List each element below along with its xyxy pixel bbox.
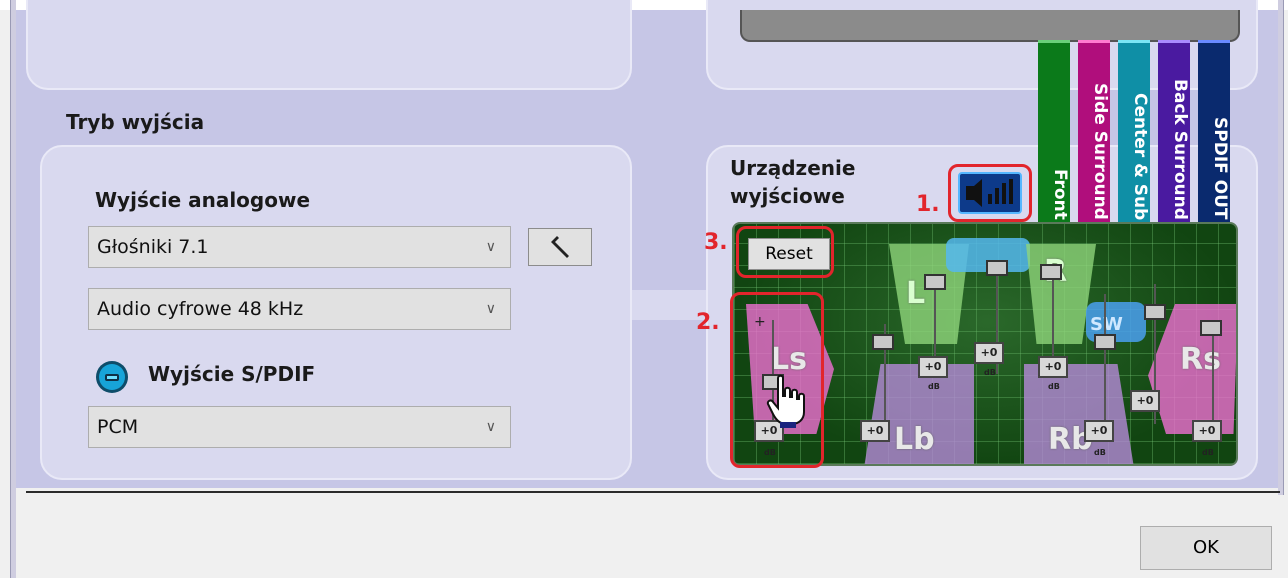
channel-label-front[interactable]: Front (1038, 40, 1070, 226)
callout-box-2 (730, 292, 824, 468)
fader-knob-front-left[interactable] (924, 274, 946, 290)
analog-output-label: Wyjście analogowe (95, 188, 311, 212)
fader-knob-front-right[interactable] (1040, 264, 1062, 280)
db-unit-back-right: dB (1094, 448, 1106, 457)
format-select[interactable]: Audio cyfrowe 48 kHz ∨ (88, 288, 511, 330)
db-unit-front-right: dB (1048, 382, 1060, 391)
format-select-value: Audio cyfrowe 48 kHz (97, 298, 304, 320)
speaker-settings-button[interactable] (528, 228, 592, 266)
db-readout-side-right: +0 (1192, 420, 1222, 442)
channel-label-text: Side Surround (1090, 83, 1110, 220)
chevron-down-icon: ∨ (485, 419, 496, 435)
fader-track-side-right (1212, 320, 1214, 430)
speakers-select[interactable]: Głośniki 7.1 ∨ (88, 226, 511, 268)
db-readout-back-right: +0 (1084, 420, 1114, 442)
fader-knob-side-right[interactable] (1200, 320, 1222, 336)
speaker-subwoofer-label: SW (1090, 314, 1123, 335)
speaker-back-left-label: Lb (894, 422, 935, 457)
callout-3: 3. (704, 230, 728, 255)
separator-line (26, 491, 1280, 493)
fader-knob-subwoofer[interactable] (1094, 334, 1116, 350)
speaker-front-left-label: L (906, 276, 926, 311)
channel-label-center-sub[interactable]: Center & Sub (1118, 40, 1150, 226)
channel-label-text: Back Surround (1170, 79, 1190, 220)
db-unit-center: dB (984, 368, 996, 377)
top-left-panel (26, 0, 632, 90)
output-device-button[interactable] (958, 172, 1022, 214)
top-display-bar (740, 10, 1240, 42)
callout-2: 2. (696, 310, 720, 335)
spdif-output-icon (95, 360, 129, 394)
callout-1: 1. (916, 192, 940, 217)
db-readout-back-left: +0 (860, 420, 890, 442)
db-unit-front-left: dB (928, 382, 940, 391)
chevron-down-icon: ∨ (485, 239, 496, 255)
speaker-side-right-label: Rs (1180, 342, 1221, 377)
fader-track-subwoofer (1104, 294, 1106, 424)
chevron-down-icon: ∨ (485, 301, 496, 317)
db-readout-center: +0 (974, 342, 1004, 364)
fader-knob-back-left[interactable] (872, 334, 894, 350)
dialog-footer (16, 495, 1278, 578)
speakers-select-value: Głośniki 7.1 (97, 236, 209, 258)
channel-label-text: Front (1050, 169, 1070, 220)
fader-knob-back-right[interactable] (1144, 304, 1166, 320)
channel-label-text: SPDIF OUT (1210, 117, 1230, 220)
output-device-label-line1: Urządzenie (730, 156, 856, 180)
channel-label-back-surround[interactable]: Back Surround (1158, 40, 1190, 226)
spdif-select[interactable]: PCM ∨ (88, 406, 511, 448)
spdif-output-label: Wyjście S/PDIF (148, 362, 316, 386)
ok-button[interactable]: OK (1140, 526, 1272, 570)
channel-label-side-surround[interactable]: Side Surround (1078, 40, 1110, 226)
window-frame-right (1278, 0, 1284, 495)
output-mode-title: Tryb wyjścia (66, 110, 205, 134)
channel-label-text: Center & Sub (1130, 92, 1150, 220)
db-unit-side-right: dB (1202, 448, 1214, 457)
fader-knob-center[interactable] (986, 260, 1008, 276)
spdif-select-value: PCM (97, 416, 139, 438)
output-device-label: Urządzenie wyjściowe (730, 154, 855, 210)
speaker-settings-icon (551, 236, 569, 258)
db-readout-front-right: +0 (1038, 356, 1068, 378)
db-readout-subwoofer: +0 (1130, 390, 1160, 412)
db-readout-front-left: +0 (918, 356, 948, 378)
channel-label-spdif-out[interactable]: SPDIF OUT (1198, 40, 1230, 226)
callout-box-3 (736, 226, 834, 278)
output-device-label-line2: wyjściowe (730, 184, 845, 208)
speaker-volume-icon (966, 179, 1013, 207)
